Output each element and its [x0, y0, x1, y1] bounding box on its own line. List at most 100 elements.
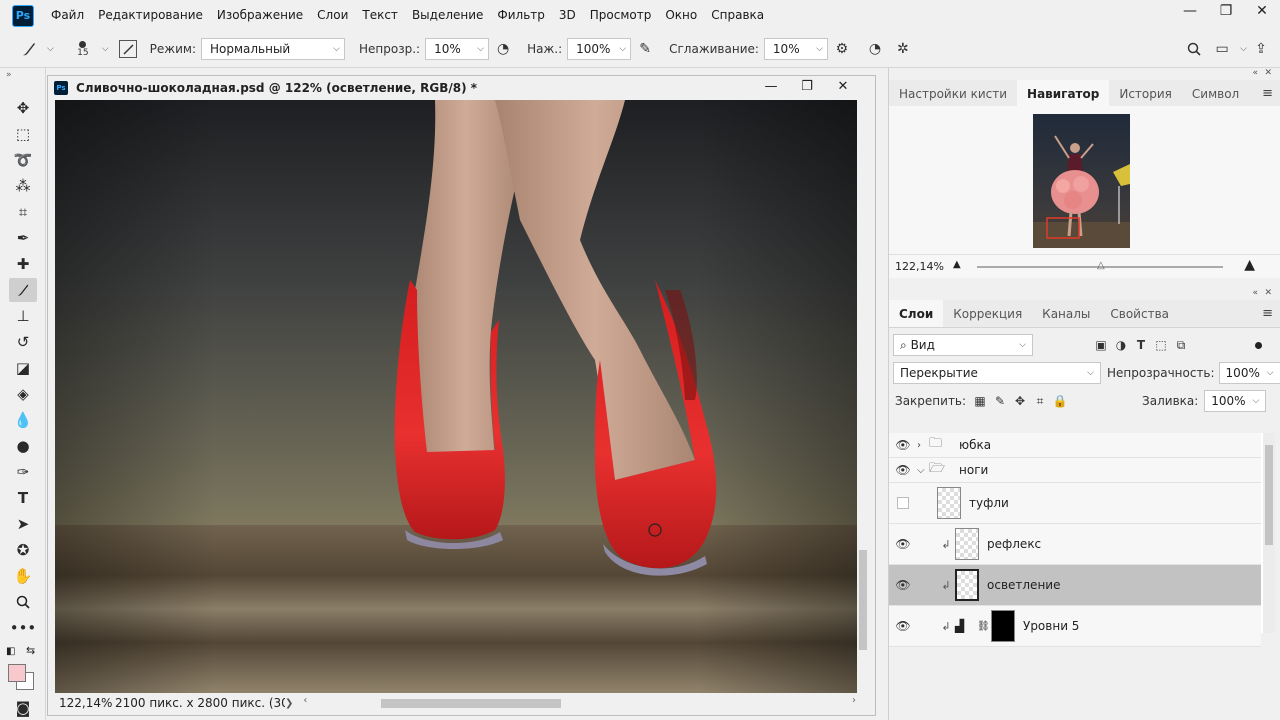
layer-fill-field[interactable]: 100% ⌵	[1204, 390, 1267, 412]
lock-position-icon[interactable]: ✥	[1010, 391, 1030, 411]
opacity-field[interactable]: 10% ⌵	[425, 38, 490, 60]
panel-menu-icon[interactable]: ≡	[1262, 86, 1273, 101]
pen-tool-icon[interactable]: ✑	[9, 460, 37, 484]
tab-character[interactable]: Символ	[1182, 80, 1249, 107]
visibility-eye-icon[interactable]: 👁	[889, 578, 917, 592]
filter-smart-object-icon[interactable]: ⧉	[1171, 335, 1191, 355]
share-icon[interactable]: ⇪	[1250, 38, 1272, 60]
document-info[interactable]: 2100 пикс. x 2800 пикс. (300 ppi)	[115, 696, 285, 710]
foreground-color-swatch[interactable]	[8, 664, 26, 682]
doc-restore-button[interactable]: ❐	[789, 76, 825, 98]
smoothing-options-gear-icon[interactable]: ⚙	[831, 38, 853, 60]
zoom-in-icon[interactable]: ▲	[1244, 257, 1255, 273]
zoom-out-icon[interactable]: ▲	[953, 259, 961, 270]
layer-opacity-field[interactable]: 100% ⌵	[1218, 362, 1280, 384]
doc-close-button[interactable]: ✕	[825, 76, 861, 98]
menu-window[interactable]: Окно	[658, 0, 704, 31]
lock-transparent-pixels-icon[interactable]: ▦	[970, 391, 990, 411]
visibility-eye-icon[interactable]: 👁	[889, 619, 917, 633]
scroll-right-icon[interactable]: ›	[852, 695, 856, 706]
blend-mode-select[interactable]: Перекрытие ⌵	[893, 362, 1101, 384]
menu-3d[interactable]: 3D	[552, 0, 583, 31]
document-horizontal-scrollbar[interactable]: ‹ ›	[301, 695, 858, 709]
symmetry-icon[interactable]: ✲	[892, 38, 914, 60]
flow-field[interactable]: 100% ⌵	[567, 38, 632, 60]
menu-edit[interactable]: Редактирование	[91, 0, 210, 31]
document-tab[interactable]: Ps Сливочно-шоколадная.psd @ 122% (освет…	[48, 76, 875, 100]
paint-bucket-tool-icon[interactable]: ◈	[9, 382, 37, 406]
healing-brush-tool-icon[interactable]: ✚	[9, 252, 37, 276]
menu-view[interactable]: Просмотр	[583, 0, 659, 31]
chevron-down-icon[interactable]: ⌵	[102, 44, 109, 54]
dodge-tool-icon[interactable]: ●	[9, 434, 37, 458]
scroll-thumb[interactable]	[1265, 445, 1273, 545]
tab-properties[interactable]: Свойства	[1100, 300, 1179, 327]
menu-filter[interactable]: Фильтр	[490, 0, 551, 31]
layer-row-levels[interactable]: 👁 ↲ ▟ ⛓ Уровни 5	[889, 606, 1261, 647]
panel-menu-icon[interactable]: ≡	[1262, 306, 1273, 321]
layer-row-lighten[interactable]: 👁 ↲ осветление	[889, 565, 1261, 606]
lock-image-pixels-icon[interactable]: ✎	[990, 391, 1010, 411]
doc-minimize-button[interactable]: —	[753, 76, 789, 98]
zoom-tool-icon[interactable]	[9, 590, 37, 614]
menu-image[interactable]: Изображение	[210, 0, 310, 31]
pressure-size-icon[interactable]: ◔	[864, 38, 886, 60]
slider-knob[interactable]: △	[1097, 260, 1105, 271]
eraser-tool-icon[interactable]: ◪	[9, 356, 37, 380]
pressure-opacity-icon[interactable]: ◔	[492, 38, 514, 60]
status-menu-chevron-icon[interactable]: ❯	[285, 698, 293, 709]
path-selection-tool-icon[interactable]: ➤	[9, 512, 37, 536]
search-icon[interactable]	[1183, 38, 1205, 60]
scroll-thumb[interactable]	[381, 699, 562, 708]
marquee-tool-icon[interactable]: ⬚	[9, 122, 37, 146]
collapse-panels-icon[interactable]: «	[1252, 68, 1258, 78]
visibility-eye-icon[interactable]: 👁	[889, 438, 917, 452]
clone-stamp-tool-icon[interactable]: ⊥	[9, 304, 37, 328]
restore-button[interactable]: ❐	[1208, 0, 1244, 22]
layer-mask-thumbnail[interactable]	[991, 610, 1015, 642]
visibility-eye-icon[interactable]: 👁	[889, 537, 917, 551]
eyedropper-tool-icon[interactable]: ✒	[9, 226, 37, 250]
brush-settings-toggle-icon[interactable]	[118, 40, 137, 58]
layer-row-reflex[interactable]: 👁 ↲ рефлекс	[889, 524, 1261, 565]
close-panel-icon[interactable]: ✕	[1264, 68, 1272, 78]
scroll-thumb[interactable]	[859, 550, 867, 650]
default-colors-icon[interactable]: ◧	[6, 646, 15, 657]
scroll-left-icon[interactable]: ‹	[303, 695, 307, 706]
zoom-level-field[interactable]: 122,14%	[55, 696, 115, 710]
blur-tool-icon[interactable]: 💧	[9, 408, 37, 432]
menu-help[interactable]: Справка	[704, 0, 771, 31]
visibility-eye-icon[interactable]: 👁	[889, 463, 917, 477]
chevron-right-icon[interactable]: ›	[917, 440, 929, 451]
toolbar-collapse-icon[interactable]: »	[6, 70, 12, 80]
swap-colors-icon[interactable]: ⇆	[26, 644, 35, 657]
minimize-button[interactable]: —	[1172, 0, 1208, 22]
tab-history[interactable]: История	[1109, 80, 1182, 107]
navigator-preview[interactable]	[1033, 114, 1130, 248]
filter-toggle-icon[interactable]	[1255, 341, 1262, 349]
crop-tool-icon[interactable]: ⌗	[9, 200, 37, 224]
layers-scrollbar[interactable]	[1263, 433, 1275, 633]
airbrush-icon[interactable]: ✎	[634, 38, 656, 60]
mode-select[interactable]: Нормальный ⌵	[200, 38, 345, 60]
menu-file[interactable]: Файл	[44, 0, 91, 31]
layer-row-group-legs[interactable]: 👁 ⌵ 🗁 ноги	[889, 458, 1261, 483]
menu-type[interactable]: Текст	[355, 0, 405, 31]
quick-selection-tool-icon[interactable]: ⁂	[9, 174, 37, 198]
tab-brush-settings[interactable]: Настройки кисти	[889, 80, 1017, 107]
brush-preset-picker[interactable]: 15	[68, 34, 98, 64]
navigator-zoom-value[interactable]: 122,14%	[895, 260, 945, 273]
chevron-down-icon[interactable]: ⌵	[47, 44, 54, 54]
tab-navigator[interactable]: Навигатор	[1017, 80, 1110, 107]
smoothing-field[interactable]: 10% ⌵	[763, 38, 828, 60]
filter-pixel-icon[interactable]: ▣	[1091, 335, 1111, 355]
move-tool-icon[interactable]: ✥	[9, 96, 37, 120]
shape-tool-icon[interactable]: ✪	[9, 538, 37, 562]
visibility-hidden-box[interactable]	[897, 497, 909, 509]
workspace-icon[interactable]: ▭	[1211, 38, 1233, 60]
menu-select[interactable]: Выделение	[405, 0, 490, 31]
filter-type-icon[interactable]: T	[1131, 335, 1151, 355]
filter-adjustment-icon[interactable]: ◑	[1111, 335, 1131, 355]
chevron-down-icon[interactable]: ⌵	[917, 465, 929, 476]
layer-row-shoes[interactable]: туфли	[889, 483, 1261, 524]
